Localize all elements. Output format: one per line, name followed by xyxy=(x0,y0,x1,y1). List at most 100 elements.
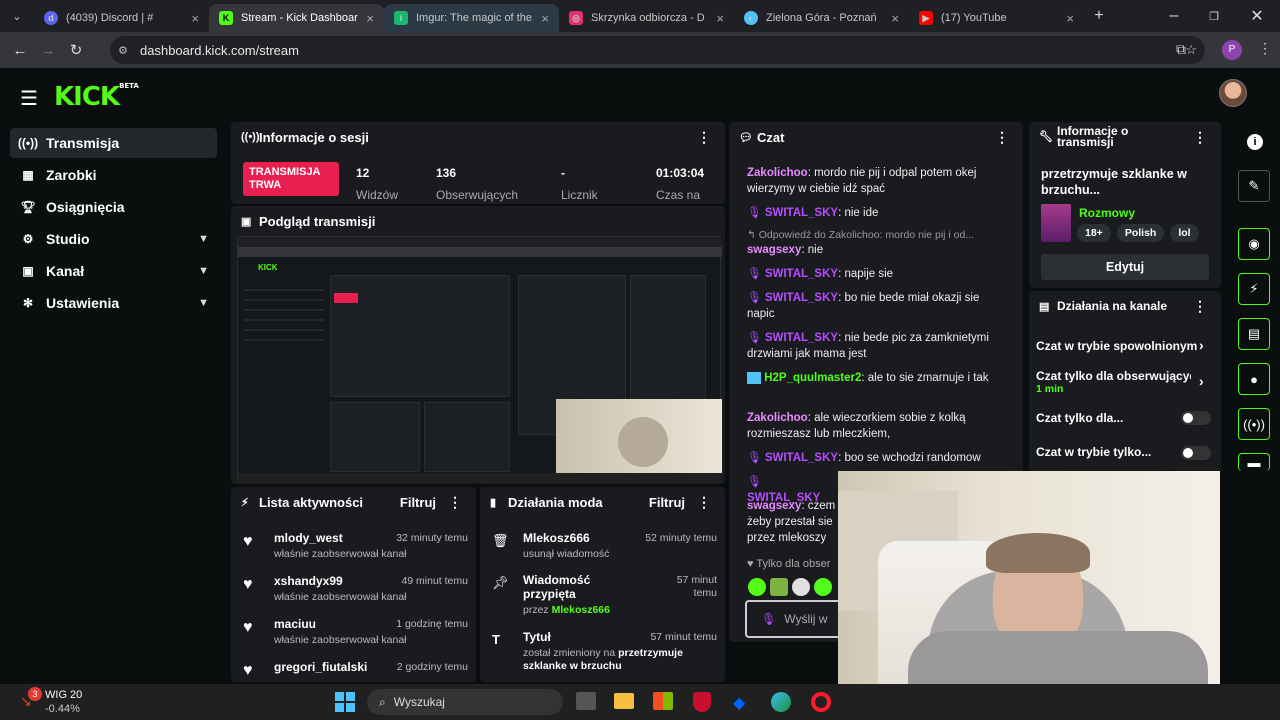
browser-menu-icon[interactable]: ⋮ xyxy=(1258,40,1272,57)
emote-icon[interactable] xyxy=(748,578,766,596)
mod-action-title[interactable]: Wiadomość przypięta xyxy=(523,573,613,601)
minimize-button[interactable]: – xyxy=(1154,7,1194,25)
chevron-right-icon[interactable]: › xyxy=(1199,337,1204,353)
broadcast-icon[interactable]: ((•)) xyxy=(1238,408,1270,440)
more-options-icon[interactable]: ⋮ xyxy=(697,494,711,511)
camera-icon[interactable]: ◉ xyxy=(1238,228,1270,260)
emote-icon[interactable] xyxy=(770,578,788,596)
info-icon[interactable]: i xyxy=(1247,134,1263,150)
document-icon[interactable]: ▤ xyxy=(1238,318,1270,350)
user-avatar[interactable] xyxy=(1219,79,1247,107)
tag-chip[interactable]: 18+ xyxy=(1077,224,1111,242)
category-name[interactable]: Rozmowy xyxy=(1079,206,1135,220)
nav-item-ustawienia[interactable]: ✻ Ustawienia ▼ xyxy=(10,288,217,318)
maximize-button[interactable]: ❐ xyxy=(1194,10,1234,23)
stream-preview-video[interactable]: KICK xyxy=(237,236,722,483)
activity-username[interactable]: xshandyx99 xyxy=(274,574,343,588)
nav-item-zarobki[interactable]: ▦ Zarobki xyxy=(10,160,217,190)
emote-icon[interactable] xyxy=(814,578,832,596)
close-icon[interactable]: × xyxy=(366,11,374,26)
dropbox-icon[interactable]: ◆ xyxy=(733,693,745,713)
chevron-right-icon[interactable]: › xyxy=(1199,373,1204,389)
more-options-icon[interactable]: ⋮ xyxy=(1193,298,1207,315)
subscribers-only-row[interactable]: Czat tylko dla... xyxy=(1036,411,1123,425)
forward-button[interactable]: → xyxy=(34,42,62,59)
browser-tab-youtube[interactable]: ▶ (17) YouTube × xyxy=(909,4,1084,32)
emote-icon[interactable] xyxy=(792,578,810,596)
mod-action-title[interactable]: Tytuł xyxy=(523,630,551,644)
close-icon[interactable]: × xyxy=(541,11,549,26)
new-tab-button[interactable]: + xyxy=(1084,7,1114,25)
chat-username[interactable]: SWITAL_SKY xyxy=(765,292,838,304)
chevron-down-icon[interactable]: ▼ xyxy=(198,233,209,245)
close-icon[interactable]: × xyxy=(716,11,724,26)
chat-username[interactable]: swagsexy xyxy=(747,244,801,256)
task-view-icon[interactable] xyxy=(576,692,596,710)
more-options-icon[interactable]: ⋮ xyxy=(448,494,462,511)
chevron-down-icon[interactable]: ▼ xyxy=(198,265,209,277)
category-thumbnail[interactable] xyxy=(1041,204,1071,242)
profile-avatar[interactable]: P xyxy=(1222,40,1242,60)
hamburger-menu-icon[interactable]: ☰ xyxy=(20,86,38,111)
address-bar[interactable]: ⚙ dashboard.kick.com/stream ☆ xyxy=(110,36,1205,64)
opera-icon[interactable] xyxy=(811,692,831,712)
site-info-icon[interactable]: ⚙ xyxy=(118,44,128,57)
lightning-icon[interactable]: ⚡︎ xyxy=(1238,273,1270,305)
chat-username[interactable]: SWITAL_SKY xyxy=(765,332,838,344)
close-icon[interactable]: × xyxy=(891,11,899,26)
browser-tab-discord[interactable]: d (4039) Discord | # × xyxy=(34,4,209,32)
back-button[interactable]: ← xyxy=(6,42,34,59)
tab-search-button[interactable]: ⌄ xyxy=(0,10,34,23)
nav-item-studio[interactable]: ⚙ Studio ▼ xyxy=(10,224,217,254)
chat-username[interactable]: SWITAL_SKY xyxy=(765,452,838,464)
followers-only-row[interactable]: Czat tylko dla obserwujących xyxy=(1036,369,1191,383)
slow-mode-row[interactable]: Czat w trybie spowolnionym xyxy=(1036,339,1216,359)
kick-logo[interactable]: KICKBETA xyxy=(54,82,139,112)
activity-username[interactable]: maciuu xyxy=(274,617,316,631)
browser-tab-globe[interactable]: ◐ Zielona Góra - Poznań × xyxy=(734,4,909,32)
chat-input[interactable]: 🎙︎ Wyślij w xyxy=(745,600,845,638)
activity-username[interactable]: gregori_fiutalski xyxy=(274,660,367,674)
browser-tab-instagram[interactable]: ◎ Skrzynka odbiorcza - D × xyxy=(559,4,734,32)
nav-item-osiagniecia[interactable]: 🏆︎ Osiągnięcia xyxy=(10,192,217,222)
emote-bar[interactable] xyxy=(748,578,838,596)
edge-icon[interactable] xyxy=(771,692,791,712)
chat-username[interactable]: Zakolichoo xyxy=(747,167,808,179)
emote-only-row[interactable]: Czat w trybie tylko... xyxy=(1036,445,1151,459)
activity-username[interactable]: mlody_west xyxy=(274,531,343,545)
close-icon[interactable]: × xyxy=(1066,11,1074,26)
more-tools-icon[interactable]: ▬ xyxy=(1238,453,1270,471)
filter-button[interactable]: Filtruj xyxy=(400,495,436,510)
moderator-name[interactable]: Mlekosz666 xyxy=(552,604,610,616)
tag-chip[interactable]: Polish xyxy=(1116,224,1165,242)
windows-start-icon[interactable] xyxy=(335,692,355,712)
nav-item-kanal[interactable]: ▣ Kanał ▼ xyxy=(10,256,217,286)
mcafee-icon[interactable] xyxy=(693,692,711,712)
reload-button[interactable]: ↻ xyxy=(62,41,90,59)
edit-button[interactable]: Edytuj xyxy=(1041,254,1209,280)
stock-widget[interactable]: ↘ 3 WIG 20 -0.44% xyxy=(14,687,114,717)
chat-bubble-icon[interactable]: ● xyxy=(1238,363,1270,395)
chat-username[interactable]: swagsexy xyxy=(747,500,801,512)
more-options-icon[interactable]: ⋮ xyxy=(995,129,1009,146)
edit-pencil-icon[interactable]: ✎ xyxy=(1238,170,1270,202)
taskbar-search-box[interactable]: ⌕ Wyszukaj xyxy=(367,689,563,715)
more-options-icon[interactable]: ⋮ xyxy=(697,129,711,146)
nav-item-transmisja[interactable]: ((•)) Transmisja xyxy=(10,128,217,158)
mod-action-title[interactable]: Mlekosz666 xyxy=(523,531,590,545)
tag-chip[interactable]: lol xyxy=(1170,224,1199,242)
browser-tab-kick[interactable]: K Stream - Kick Dashboar × xyxy=(209,4,384,32)
chat-username[interactable]: SWITAL_SKY xyxy=(765,268,838,280)
browser-tab-imgur[interactable]: i Imgur: The magic of the × xyxy=(384,4,559,32)
close-window-button[interactable]: ✕ xyxy=(1234,6,1280,26)
emote-only-toggle[interactable] xyxy=(1181,446,1211,460)
extensions-icon[interactable]: ⧉ xyxy=(1176,41,1186,58)
chat-username[interactable]: H2P_quulmaster2 xyxy=(764,372,861,384)
bookmark-star-icon[interactable]: ☆ xyxy=(1185,42,1197,58)
chat-username[interactable]: Zakolichoo xyxy=(747,412,808,424)
chat-username[interactable]: SWITAL_SKY xyxy=(765,207,838,219)
chevron-down-icon[interactable]: ▼ xyxy=(198,297,209,309)
more-options-icon[interactable]: ⋮ xyxy=(1193,130,1207,144)
close-icon[interactable]: × xyxy=(191,11,199,26)
subscribers-only-toggle[interactable] xyxy=(1181,411,1211,425)
